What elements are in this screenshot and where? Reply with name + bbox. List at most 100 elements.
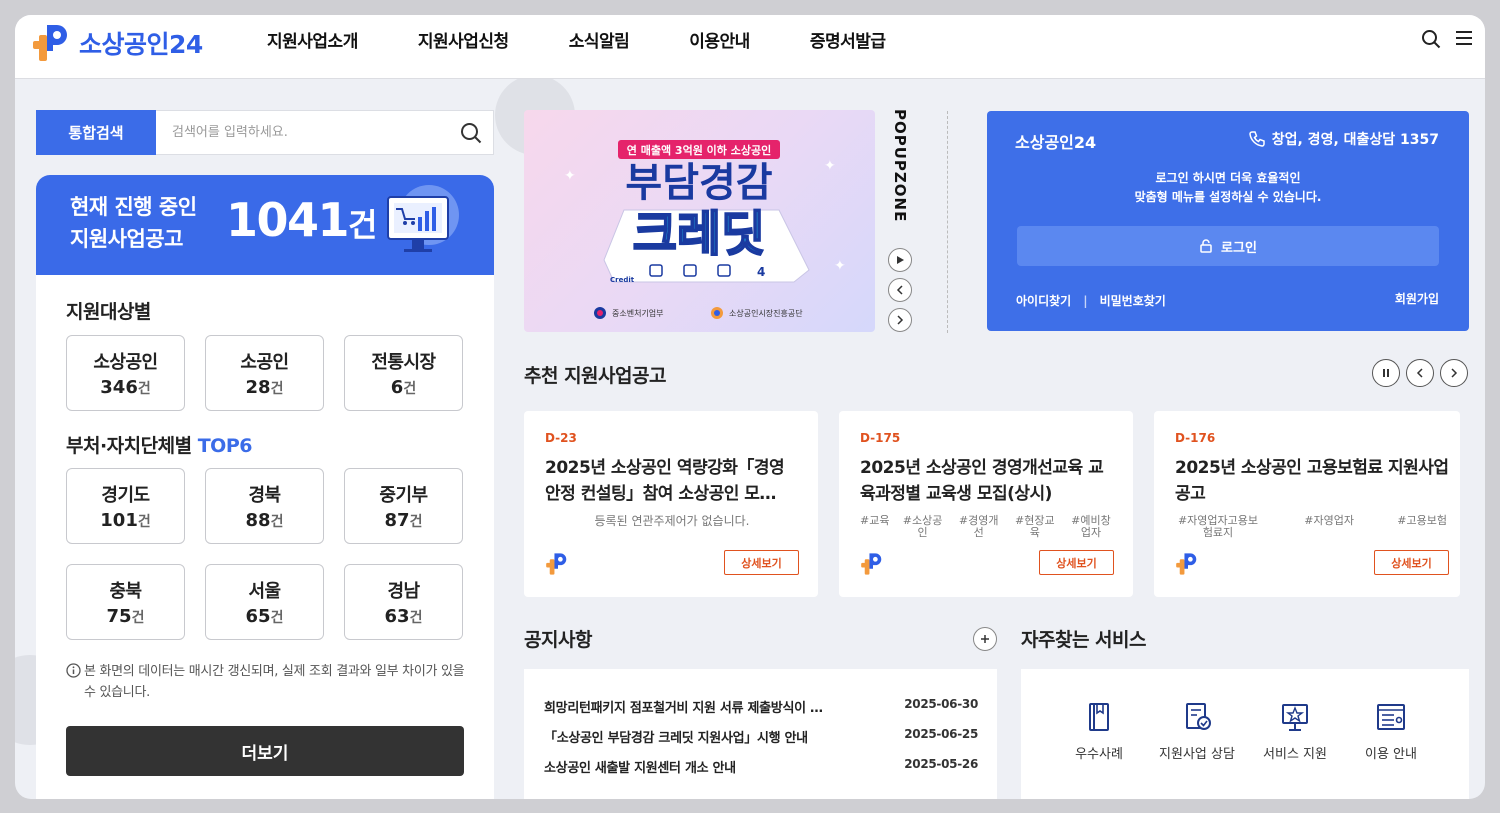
chevron-left-icon[interactable] [1406,359,1434,387]
search-label: 통합검색 [36,110,156,155]
logo-mark-icon [1175,551,1201,581]
ongoing-label: 현재 진행 중인 지원사업공고 [70,191,197,255]
popup-banner[interactable]: 연 매출액 3억원 이하 소상공인 부담경감 크레딧 Credit 4 중소벤처… [524,110,875,332]
logo-mark-icon [545,551,571,581]
ongoing-count-number: 1041 [226,193,350,247]
detail-button[interactable]: 상세보기 [1374,550,1449,575]
stat-count: 88 [245,510,271,531]
tag[interactable]: #소상공인 [900,515,946,539]
consult-phone: 창업, 경영, 대출상담 1357 [1248,129,1439,149]
agency-section-title: 부처·자치단체별 TOP6 [66,431,252,458]
nav-news[interactable]: 소식알림 [569,27,630,52]
target-section-title: 지원대상별 [66,301,151,323]
nav-support-apply[interactable]: 지원사업신청 [418,27,509,52]
agency-card[interactable]: 경남 63건 [344,564,463,640]
consult-phone-text: 창업, 경영, 대출상담 1357 [1271,132,1439,148]
consult-icon [1186,703,1211,730]
popup-sponsor-1: 중소벤처기업부 [612,308,664,318]
nav-support-intro[interactable]: 지원사업소개 [267,27,358,52]
stat-name: 소상공인 [93,352,158,373]
play-icon[interactable] [888,248,912,272]
pause-icon[interactable] [1372,359,1400,387]
stat-unit: 건 [270,514,284,530]
ongoing-label-line1: 현재 진행 중인 [70,195,197,219]
services-title: 자주찾는 서비스 [1021,629,1146,651]
search-icon[interactable] [1421,29,1441,53]
info-icon [66,663,81,685]
popup-headline-1: 부담경감 [625,160,772,206]
menu-icon[interactable] [1455,29,1473,53]
agency-card[interactable]: 중기부 87건 [344,468,463,544]
service-guide[interactable]: 이용 안내 [1343,701,1439,762]
detail-button[interactable]: 상세보기 [724,550,799,575]
service-label: 우수사례 [1075,747,1123,762]
plus-icon[interactable] [973,627,997,651]
stat-count: 346 [100,377,138,398]
more-button[interactable]: 더보기 [66,726,464,776]
agency-title-highlight: TOP6 [197,435,253,457]
stat-count: 28 [245,377,271,398]
login-button[interactable]: 로그인 [1017,226,1439,266]
notice-row-date: 2025-06-25 [904,727,978,741]
chevron-right-icon[interactable] [888,308,912,332]
tag[interactable]: #자영업자고용보험료지 [1175,515,1261,539]
services-panel: 우수사례 지원사업 상담 서비스 지원 이용 안내 [1021,669,1469,799]
target-card-traditional-market[interactable]: 전통시장 6건 [344,335,463,411]
svg-text:✦: ✦ [824,158,836,174]
notice-row[interactable]: 소상공인 새출발 지원센터 개소 안내 2025-05-26 [544,757,978,776]
integrated-search: 통합검색 [36,110,494,155]
svg-text:✦: ✦ [564,168,576,184]
find-password-link[interactable]: 비밀번호찾기 [1100,292,1166,309]
tag[interactable]: #현장교육 [1012,515,1058,539]
service-label: 이용 안내 [1365,747,1417,762]
search-icon[interactable] [449,111,493,154]
login-panel: 소상공인24 창업, 경영, 대출상담 1357 로그인 하시면 더욱 효율적인… [987,111,1469,331]
chevron-right-icon[interactable] [1440,359,1468,387]
tag[interactable]: #자영업자 [1304,515,1354,539]
join-link[interactable]: 회원가입 [1395,290,1439,307]
header-actions [1407,29,1473,53]
nav-guide[interactable]: 이용안내 [689,27,750,52]
stat-count: 6 [390,377,404,398]
recommend-card[interactable]: D-175 2025년 소상공인 경영개선교육 교육과정별 교육생 모집(상시)… [839,411,1133,597]
chevron-left-icon[interactable] [888,278,912,302]
stat-count: 65 [245,606,271,627]
target-card-small-manufacturer[interactable]: 소공인 28건 [205,335,324,411]
service-support[interactable]: 서비스 지원 [1247,701,1343,762]
tag[interactable]: #교육 [860,515,889,539]
tag[interactable]: #고용보험 [1397,515,1447,539]
dday-badge: D-23 [545,431,577,445]
target-card-small-business[interactable]: 소상공인 346건 [66,335,185,411]
data-refresh-notice: 본 화면의 데이터는 매시간 갱신되며, 실제 조회 결과와 일부 차이가 있을… [66,661,466,703]
tag[interactable]: #예비창업자 [1068,515,1114,539]
award-icon [1282,704,1308,731]
notice-row[interactable]: 희망리턴패키지 점포철거비 지원 서류 제출방식이 … 2025-06-30 [544,697,978,716]
ongoing-banner[interactable]: 현재 진행 중인 지원사업공고 1041건 [36,175,494,275]
agency-card[interactable]: 서울 65건 [205,564,324,640]
data-notice-text: 본 화면의 데이터는 매시간 갱신되며, 실제 조회 결과와 일부 차이가 있을… [84,664,465,700]
service-consult[interactable]: 지원사업 상담 [1149,701,1245,762]
notice-row-title: 소상공인 새출발 지원센터 개소 안내 [544,761,736,776]
service-best-cases[interactable]: 우수사례 [1051,701,1147,762]
guide-icon [1377,704,1405,730]
stat-unit: 건 [270,381,284,397]
main-nav: 지원사업소개 지원사업신청 소식알림 이용안내 증명서발급 [267,27,946,52]
card-title: 2025년 소상공인 고용보험료 지원사업 공고 [1175,458,1449,504]
recommend-card[interactable]: D-176 2025년 소상공인 고용보험료 지원사업 공고 #자영업자고용보험… [1154,411,1460,597]
stat-count: 63 [384,606,410,627]
popup-banner-art: 연 매출액 3억원 이하 소상공인 부담경감 크레딧 Credit 4 중소벤처… [564,140,846,319]
detail-button[interactable]: 상세보기 [1039,550,1114,575]
find-id-link[interactable]: 아이디찾기 [1016,292,1071,309]
agency-card[interactable]: 경북 88건 [205,468,324,544]
popup-card-text: Credit [610,276,635,284]
lock-icon [1200,239,1212,253]
search-input[interactable] [156,111,449,154]
nav-certificate[interactable]: 증명서발급 [810,27,886,52]
site-logo[interactable]: 소상공인24 [31,21,203,65]
page-frame: 소상공인24 지원사업소개 지원사업신청 소식알림 이용안내 증명서발급 통합검… [15,15,1485,799]
agency-card[interactable]: 충북 75건 [66,564,185,640]
notice-row[interactable]: 「소상공인 부담경감 크레딧 지원사업」시행 안내 2025-06-25 [544,727,978,746]
recommend-card[interactable]: D-23 2025년 소상공인 역량강화「경영안정 컨설팅」참여 소상공인 모…… [524,411,818,597]
agency-card[interactable]: 경기도 101건 [66,468,185,544]
tag[interactable]: #경영개선 [956,515,1002,539]
